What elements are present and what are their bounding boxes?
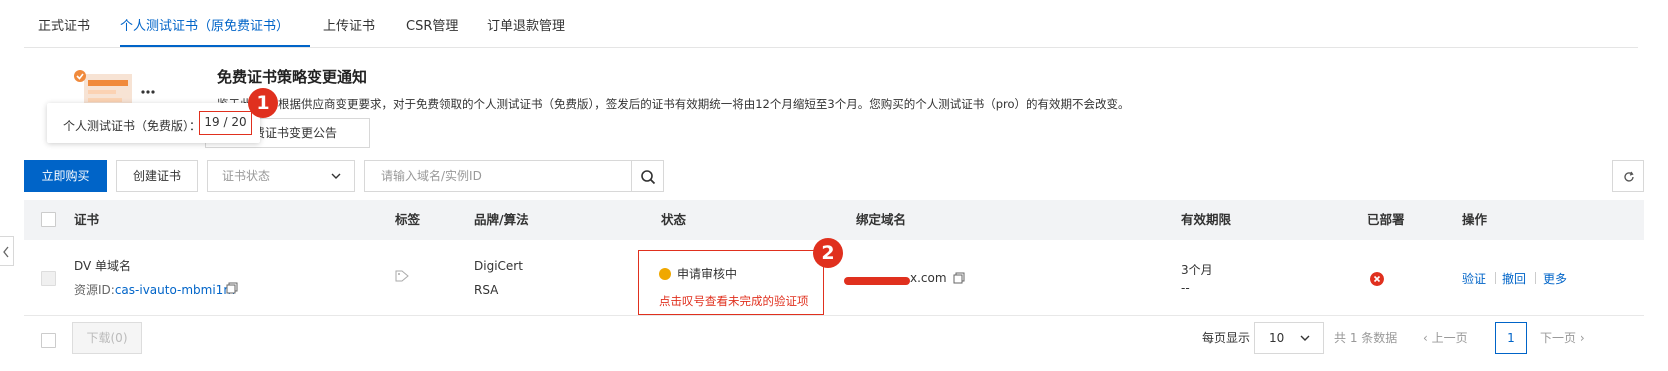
refresh-button[interactable]	[1612, 160, 1644, 192]
cert-status-placeholder: 证书状态	[222, 169, 271, 183]
tab-official-cert[interactable]: 正式证书	[38, 0, 90, 48]
redacted-domain	[844, 277, 910, 285]
page-size-value: 10	[1269, 331, 1285, 345]
tab-csr-management[interactable]: CSR管理	[406, 0, 458, 48]
resource-id-link[interactable]: cas-ivauto-mbmi1m	[115, 283, 235, 297]
table-header: 证书 标签 品牌/算法 状态 绑定域名 有效期限 已部署 操作	[24, 200, 1644, 240]
validity: 3个月	[1181, 263, 1213, 277]
active-tab-indicator	[120, 45, 310, 47]
footer-select-all-checkbox[interactable]	[41, 333, 56, 348]
quota-label: 个人测试证书（免费版）：	[63, 119, 202, 133]
notice-text: 根据供应商变更要求，对于免费领取的个人测试证书（免费版），签发后的证书有效期统一…	[278, 97, 1130, 111]
action-divider	[1495, 272, 1496, 284]
copy-domain-icon[interactable]	[953, 272, 965, 284]
revoke-link[interactable]: 撤回	[1502, 270, 1526, 287]
column-header-actions: 操作	[1462, 212, 1488, 227]
cert-name: DV 单域名	[74, 259, 132, 273]
annotation-badge-1: 1	[248, 88, 278, 118]
warning-icon[interactable]	[659, 268, 671, 280]
not-deployed-icon	[1370, 272, 1384, 286]
quota-popover: 个人测试证书（免费版）： 19 / 20	[47, 103, 260, 143]
tab-upload-cert[interactable]: 上传证书	[323, 0, 375, 48]
resource-id-prefix: 资源ID:	[74, 283, 115, 297]
refresh-icon	[1624, 171, 1634, 182]
column-header-deployed: 已部署	[1367, 212, 1405, 227]
chevron-right-icon: ›	[1576, 331, 1585, 345]
row-checkbox[interactable]	[41, 271, 56, 286]
column-header-domain: 绑定域名	[856, 212, 907, 227]
buy-now-button[interactable]: 立即购买	[24, 160, 107, 192]
next-page-button[interactable]: 下一页 ›	[1540, 322, 1585, 354]
create-cert-button[interactable]: 创建证书	[116, 160, 198, 192]
page-size-label: 每页显示	[1202, 331, 1251, 345]
column-header-status: 状态	[661, 212, 687, 227]
page-number-current[interactable]: 1	[1495, 322, 1527, 354]
chevron-left-icon: ‹	[1423, 331, 1432, 345]
copy-icon[interactable]	[226, 282, 238, 294]
resource-id-label: 资源ID:cas-ivauto-mbmi1m	[74, 281, 235, 298]
download-button[interactable]: 下载(0)	[72, 322, 142, 354]
validity-sub: --	[1181, 281, 1190, 295]
status-hint: 点击叹号查看未完成的验证项	[659, 294, 809, 308]
select-all-checkbox[interactable]	[41, 212, 56, 227]
brand: DigiCert	[474, 259, 523, 273]
next-page-label: 下一页	[1540, 331, 1577, 345]
collapse-sidebar-handle[interactable]	[0, 236, 14, 266]
column-header-brand: 品牌/算法	[474, 212, 529, 227]
cert-status-select[interactable]: 证书状态	[207, 160, 355, 192]
search-icon	[641, 170, 656, 185]
page-size-select[interactable]: 10	[1254, 322, 1324, 354]
column-header-tag: 标签	[395, 212, 421, 227]
chevron-down-icon	[1300, 335, 1310, 341]
status-text: 申请审核中	[677, 267, 738, 281]
tab-bar: 正式证书 个人测试证书（原免费证书） 上传证书 CSR管理 订单退款管理	[24, 0, 1638, 48]
chevron-left-icon	[3, 246, 9, 258]
algorithm: RSA	[474, 283, 499, 297]
column-header-validity: 有效期限	[1181, 212, 1232, 227]
prev-page-button[interactable]: ‹ 上一页	[1423, 322, 1468, 354]
annotation-badge-2: 2	[813, 238, 843, 268]
status-highlight-box: 申请审核中 点击叹号查看未完成的验证项	[638, 250, 824, 315]
quota-value: 19 / 20	[199, 111, 252, 135]
total-count: 共 1 条数据	[1334, 331, 1398, 345]
tab-refund-management[interactable]: 订单退款管理	[487, 0, 565, 48]
verify-link[interactable]: 验证	[1462, 270, 1486, 287]
notice-title: 免费证书策略变更通知	[217, 68, 368, 86]
table-row: DV 单域名 资源ID:cas-ivauto-mbmi1m DigiCert R…	[24, 238, 1644, 316]
prev-page-label: 上一页	[1431, 331, 1468, 345]
action-divider	[1535, 272, 1536, 284]
chevron-down-icon	[331, 173, 341, 179]
certificate-page: 正式证书 个人测试证书（原免费证书） 上传证书 CSR管理 订单退款管理 免费证…	[0, 0, 1668, 371]
tag-icon[interactable]	[395, 270, 409, 282]
search-input[interactable]: 请输入域名/实例ID	[364, 160, 632, 192]
search-button[interactable]	[632, 160, 664, 192]
bound-domain: x.com	[910, 271, 947, 285]
more-link[interactable]: 更多	[1543, 270, 1567, 287]
column-header-cert: 证书	[74, 212, 100, 227]
tab-personal-test-cert[interactable]: 个人测试证书（原免费证书）	[120, 0, 289, 48]
